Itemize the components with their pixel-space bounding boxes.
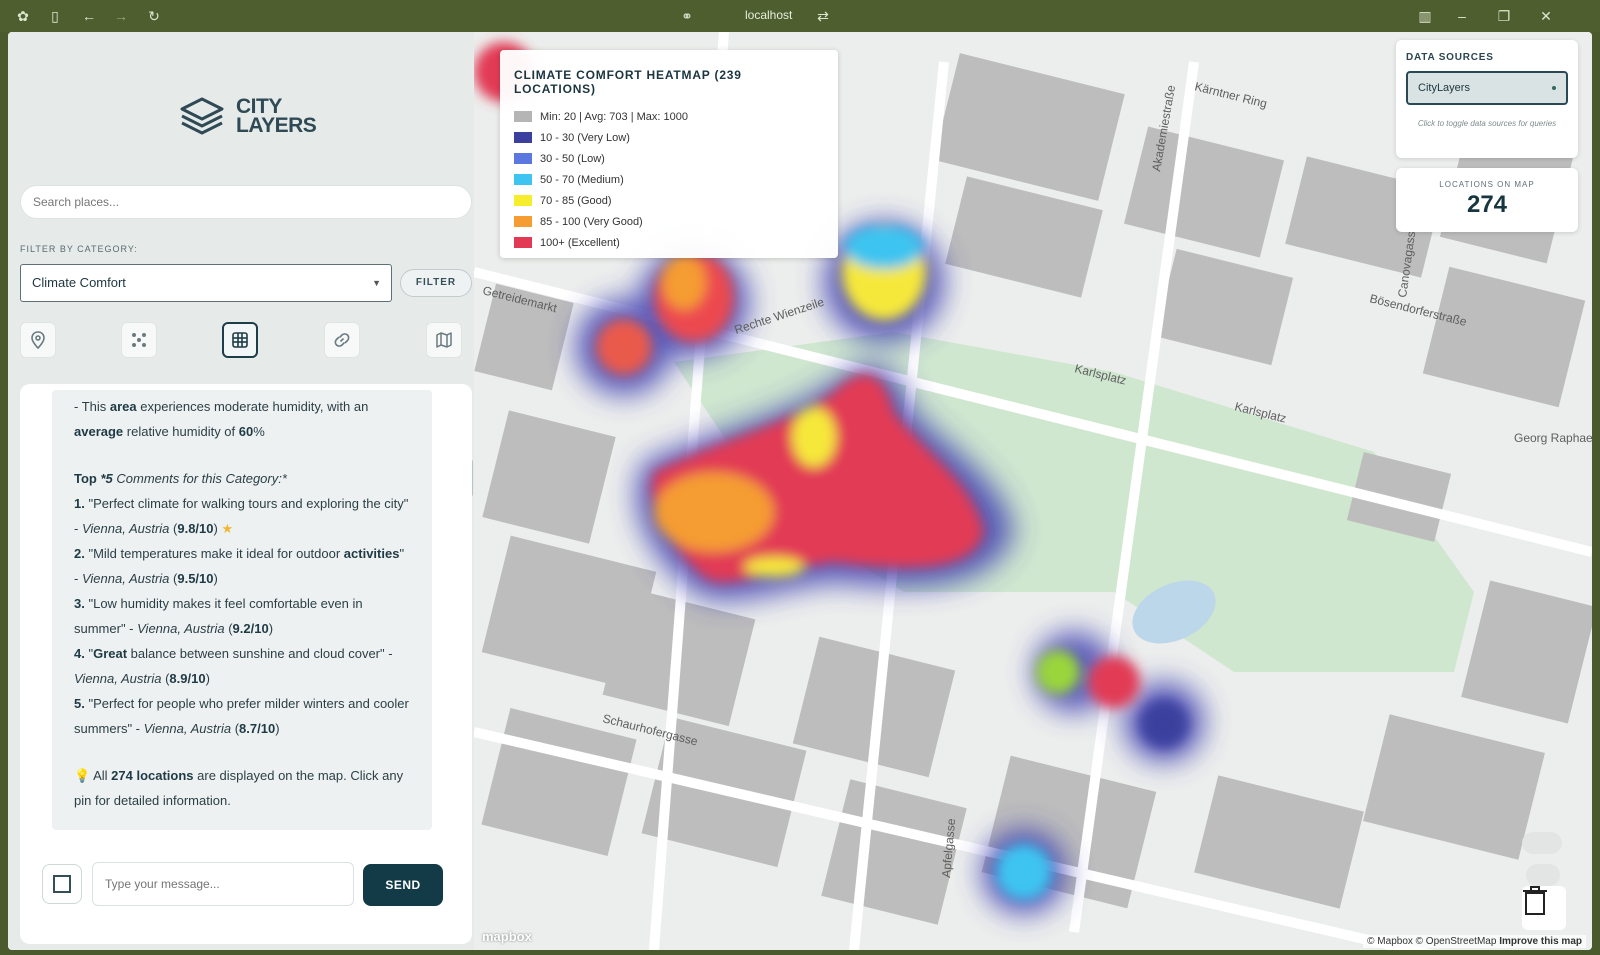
- data-sources-title: DATA SOURCES: [1406, 52, 1494, 63]
- locations-value: 274: [1466, 191, 1508, 218]
- legend-item: Min: 20 | Avg: 703 | Max: 1000: [514, 106, 824, 127]
- folded-map-icon: [436, 332, 452, 348]
- attach-toggle[interactable]: [42, 864, 82, 904]
- close-icon[interactable]: ✕: [1537, 7, 1555, 25]
- site-settings-icon[interactable]: ⇄: [814, 7, 832, 25]
- heatmap-mode-button[interactable]: [222, 322, 258, 358]
- back-icon[interactable]: ←: [80, 7, 98, 25]
- legend-swatch: [514, 174, 532, 185]
- filter-label: FILTER BY CATEGORY:: [20, 244, 138, 254]
- city-layers-logo: CITY LAYERS: [178, 96, 317, 137]
- legend-swatch: [514, 237, 532, 248]
- mapbox-logo[interactable]: mapbox: [482, 929, 532, 944]
- legend-item: 100+ (Excellent): [514, 232, 824, 253]
- legend-swatch: [514, 216, 532, 227]
- delete-drawing-button[interactable]: [1522, 886, 1566, 930]
- pin-mode-button[interactable]: [20, 322, 56, 358]
- legend-item: 30 - 50 (Low): [514, 148, 824, 169]
- chain-link-icon: [334, 333, 350, 347]
- trash-icon: [1523, 886, 1547, 915]
- layers-icon: [180, 97, 224, 135]
- locations-counter: LOCATIONS ON MAP 274: [1396, 168, 1578, 232]
- legend-item: 50 - 70 (Medium): [514, 169, 824, 190]
- compass-control[interactable]: [1526, 864, 1560, 886]
- comment-item: 3. "Low humidity makes it feel comfortab…: [74, 596, 363, 636]
- sidebar: CITY LAYERS FILTER BY CATEGORY: Climate …: [8, 32, 484, 950]
- forward-icon[interactable]: →: [112, 7, 130, 25]
- grid-icon: [232, 332, 248, 348]
- heatmap-legend: CLIMATE COMFORT HEATMAP (239 LOCATIONS) …: [500, 50, 838, 258]
- legend-item: 10 - 30 (Very Low): [514, 127, 824, 148]
- chat-input-row: SEND: [40, 862, 460, 906]
- comment-item: 4. "Great balance between sunshine and c…: [74, 646, 393, 686]
- legend-item: 85 - 100 (Very Good): [514, 211, 824, 232]
- comments-heading: Top *5 Comments for this Category:*: [74, 471, 287, 486]
- comment-item: 5. "Perfect for people who prefer milder…: [74, 696, 409, 736]
- improve-map-link[interactable]: Improve this map: [1499, 936, 1582, 947]
- map-pin-icon: [31, 331, 45, 349]
- summary-line: 💡 All 274 locations are displayed on the…: [74, 768, 404, 808]
- link-icon[interactable]: ⚭: [678, 7, 696, 25]
- category-select[interactable]: Climate Comfort ▼: [20, 264, 392, 302]
- cluster-mode-button[interactable]: [121, 322, 157, 358]
- street-label: Georg Raphael: [1514, 431, 1592, 445]
- locations-label: LOCATIONS ON MAP: [1439, 180, 1535, 189]
- reload-icon[interactable]: ↻: [145, 7, 163, 25]
- split-view-icon[interactable]: ▥: [1416, 7, 1434, 25]
- filter-button[interactable]: FILTER: [400, 269, 472, 297]
- attribution-text[interactable]: © Mapbox © OpenStreetMap: [1367, 936, 1496, 947]
- app-window: CITY LAYERS FILTER BY CATEGORY: Climate …: [8, 32, 1592, 950]
- maximize-icon[interactable]: ❐: [1495, 7, 1513, 25]
- message-input[interactable]: [92, 862, 354, 906]
- address-bar[interactable]: localhost: [745, 8, 792, 22]
- active-dot-icon: [1552, 86, 1556, 90]
- data-sources-panel: DATA SOURCES CityLayers Click to toggle …: [1396, 40, 1578, 158]
- checkbox-square-icon: [53, 875, 71, 893]
- map-attribution: © Mapbox © OpenStreetMap Improve this ma…: [1363, 935, 1586, 948]
- chat-panel: - This area experiences moderate humidit…: [20, 384, 472, 944]
- sidebar-toggle-icon[interactable]: ▯: [46, 7, 64, 25]
- source-label: CityLayers: [1418, 82, 1470, 94]
- browser-toolbar: ✿ ▯ ← → ↻ ⚭ localhost ⇄ ▥ – ❐ ✕: [0, 0, 1600, 32]
- legend-swatch: [514, 195, 532, 206]
- comment-item: 2. "Mild temperatures make it ideal for …: [74, 546, 405, 586]
- browser-menu-icon[interactable]: ✿: [14, 7, 32, 25]
- citylayers-source-toggle[interactable]: CityLayers: [1406, 71, 1568, 105]
- legend-swatch: [514, 153, 532, 164]
- street-label: Kärntner Ring: [1193, 79, 1268, 110]
- scatter-dots-icon: [132, 333, 146, 347]
- legend-item: 70 - 85 (Good): [514, 190, 824, 211]
- chevron-down-icon: ▼: [372, 278, 381, 288]
- data-sources-hint: Click to toggle data sources for queries: [1417, 119, 1557, 128]
- lightbulb-icon: 💡: [74, 768, 91, 783]
- map-style-button[interactable]: [426, 322, 462, 358]
- star-icon: ★: [221, 521, 234, 536]
- comment-item: 1. "Perfect climate for walking tours an…: [74, 496, 409, 536]
- assistant-message: - This area experiences moderate humidit…: [52, 390, 432, 830]
- map-toggle-control[interactable]: [1522, 832, 1562, 854]
- legend-swatch: [514, 111, 532, 122]
- legend-swatch: [514, 132, 532, 143]
- map-canvas[interactable]: Getreidemarkt Rechte Wienzeile Karlsplat…: [474, 32, 1592, 950]
- search-input[interactable]: [20, 185, 472, 219]
- legend-title: CLIMATE COMFORT HEATMAP (239 LOCATIONS): [514, 68, 742, 96]
- logo-line-2: LAYERS: [236, 114, 317, 137]
- minimize-icon[interactable]: –: [1453, 7, 1471, 25]
- send-button[interactable]: SEND: [363, 864, 443, 906]
- category-select-value: Climate Comfort: [32, 275, 126, 290]
- link-mode-button[interactable]: [324, 322, 360, 358]
- humidity-line: - This area experiences moderate humidit…: [74, 399, 369, 439]
